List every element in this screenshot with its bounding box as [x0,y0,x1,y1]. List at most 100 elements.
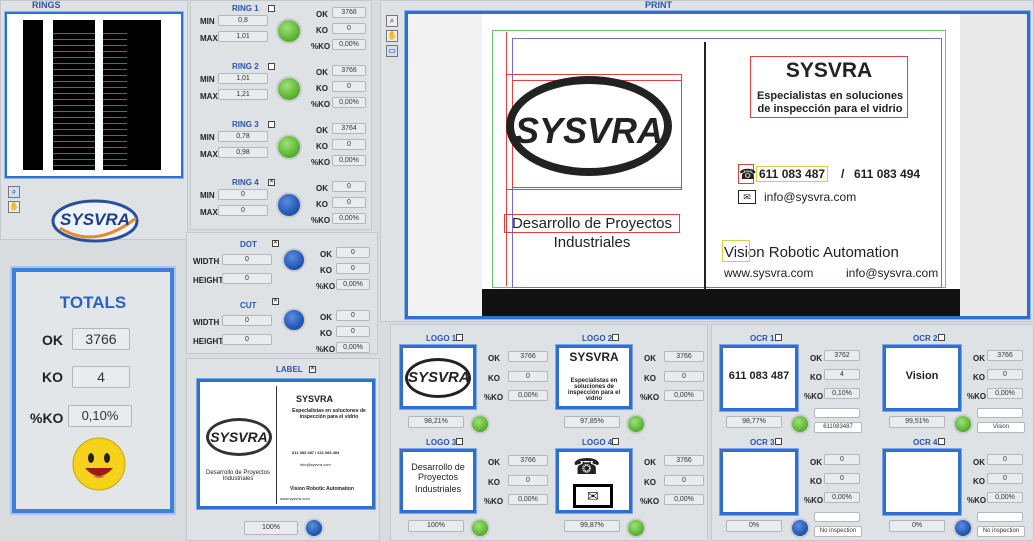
logo-pko-label: %KO [484,393,504,402]
ocr-enable-checkbox[interactable] [775,334,782,341]
ring-enable-checkbox[interactable] [268,63,275,70]
ocr-enable-checkbox[interactable] [775,438,782,445]
logo-ko-value: 0 [664,475,704,486]
totals-ko-label: KO [42,369,63,385]
cut-pko-label: %KO [316,345,336,354]
ring-max-value: 0 [218,205,268,216]
dot-ok-label: OK [320,250,332,259]
label-status-led [304,518,324,538]
print-web: www.sysvra.com [724,266,814,280]
logo-enable-checkbox[interactable] [612,334,619,341]
logo-pko-value: 0,00% [664,494,704,505]
logo-enable-checkbox[interactable] [612,438,619,445]
label-thumbnail: SYSVRA SYSVRA Especialistas en solucione… [197,379,375,509]
cut-ko-value: 0 [336,326,370,337]
ring-enable-checkbox[interactable]: ✕ [268,179,275,186]
ocr-read-text: No inspection [814,526,862,537]
print-zoom-icon[interactable]: ⌕ [386,15,398,27]
logo-ko-label: KO [644,478,656,487]
print-title: PRINT [645,0,672,10]
ocr-status-led [790,414,810,434]
logo-score: 100% [408,520,464,532]
ocr-thumb-text: Vision [905,370,939,382]
logo-pko-value: 0,00% [508,390,548,401]
ring-ko-label: KO [316,84,328,93]
print-select-icon[interactable]: ▭ [386,45,398,57]
ocr-score: 0% [726,520,782,532]
ocr-ok-value: 0 [987,454,1023,465]
label-vra: Vision Robotic Automation [290,486,354,492]
ring-min-value: 0,78 [218,131,268,142]
logo-ok-label: OK [644,458,656,467]
cut-height-label: HEIGHT [193,337,224,346]
ocr-read-value [977,512,1023,522]
logo-status-led [626,414,646,434]
ring-min-label: MIN [200,133,215,142]
logo-title: LOGO 3 [426,438,457,447]
totals-pko-label: %KO [30,410,64,426]
ocr-enable-checkbox[interactable] [938,334,945,341]
logo-ok-label: OK [488,458,500,467]
cut-enable-checkbox[interactable]: ✕ [272,298,279,305]
logo-status-led [626,518,646,538]
logo-ko-value: 0 [664,371,704,382]
ring-ok-label: OK [316,184,328,193]
ring-max-label: MAX [200,92,218,101]
ring-ok-value: 0 [332,181,366,192]
dot-ok-value: 0 [336,247,370,258]
ring-status-led [276,18,302,44]
cut-width-value: 0 [222,315,272,326]
logo-pko-value: 0,00% [664,390,704,401]
totals-ko-value: 4 [72,366,130,388]
ring-enable-checkbox[interactable] [268,5,275,12]
totals-ok-label: OK [42,332,63,348]
sysvra-logo: SYSVRA [50,198,140,244]
ring-min-value: 1,01 [218,73,268,84]
ring-ko-label: KO [316,26,328,35]
ocr-ko-value: 4 [824,369,860,380]
hand-pan-icon[interactable]: ✋ [8,201,20,213]
ring-ko-value: 0 [332,197,366,208]
ring-pko-label: %KO [311,158,331,167]
ocr-thumbnail: 611 083 487 [720,345,798,411]
ring-ok-value: 3764 [332,123,366,134]
label-enable-checkbox[interactable]: ✕ [309,366,316,373]
print-logo-text: SYSVRA [514,110,664,151]
ring-min-label: MIN [200,191,215,200]
ring-enable-checkbox[interactable] [268,121,275,128]
ocr-pko-label: %KO [804,392,824,401]
dot-title: DOT [240,240,257,249]
dot-enable-checkbox[interactable]: ✕ [272,240,279,247]
logo-ko-label: KO [644,374,656,383]
logo-enable-checkbox[interactable] [456,334,463,341]
logo3-thumb-line1: Desarrollo de Proyectos [411,462,465,482]
logo-ko-label: KO [488,478,500,487]
ring-ok-label: OK [316,126,328,135]
ocr-ok-label: OK [810,458,822,467]
cut-pko-value: 0,00% [336,342,370,353]
ocr-enable-checkbox[interactable] [938,438,945,445]
print-image: SYSVRA Desarrollo de Proyectos Industria… [405,11,1030,319]
ring-pko-value: 0,00% [332,97,366,108]
ocr-pko-value: 0,00% [824,492,860,503]
logo-score: 97,85% [564,416,620,428]
ring-pko-label: %KO [311,42,331,51]
print-hand-icon[interactable]: ✋ [386,30,398,42]
ring-pko-label: %KO [311,100,331,109]
ocr-title: OCR 4 [913,438,938,447]
print-email-2: info@sysvra.com [846,266,939,280]
ring-ok-label: OK [316,68,328,77]
print-vra: Vision Robotic Automation [724,244,899,261]
logo-ok-value: 3766 [508,351,548,362]
ocr-thumbnail [883,449,961,515]
ocr-read-text: 611083487 [814,422,862,433]
ring-pko-value: 0,00% [332,155,366,166]
ring-min-value: 0 [218,189,268,200]
cut-height-value: 0 [222,334,272,345]
logo-enable-checkbox[interactable] [456,438,463,445]
cut-ok-label: OK [320,313,332,322]
zoom-icon[interactable]: ⌕ [8,186,20,198]
print-dev-line1: Desarrollo de Proyectos [504,214,680,233]
ocr-pko-label: %KO [967,496,987,505]
dot-height-value: 0 [222,273,272,284]
